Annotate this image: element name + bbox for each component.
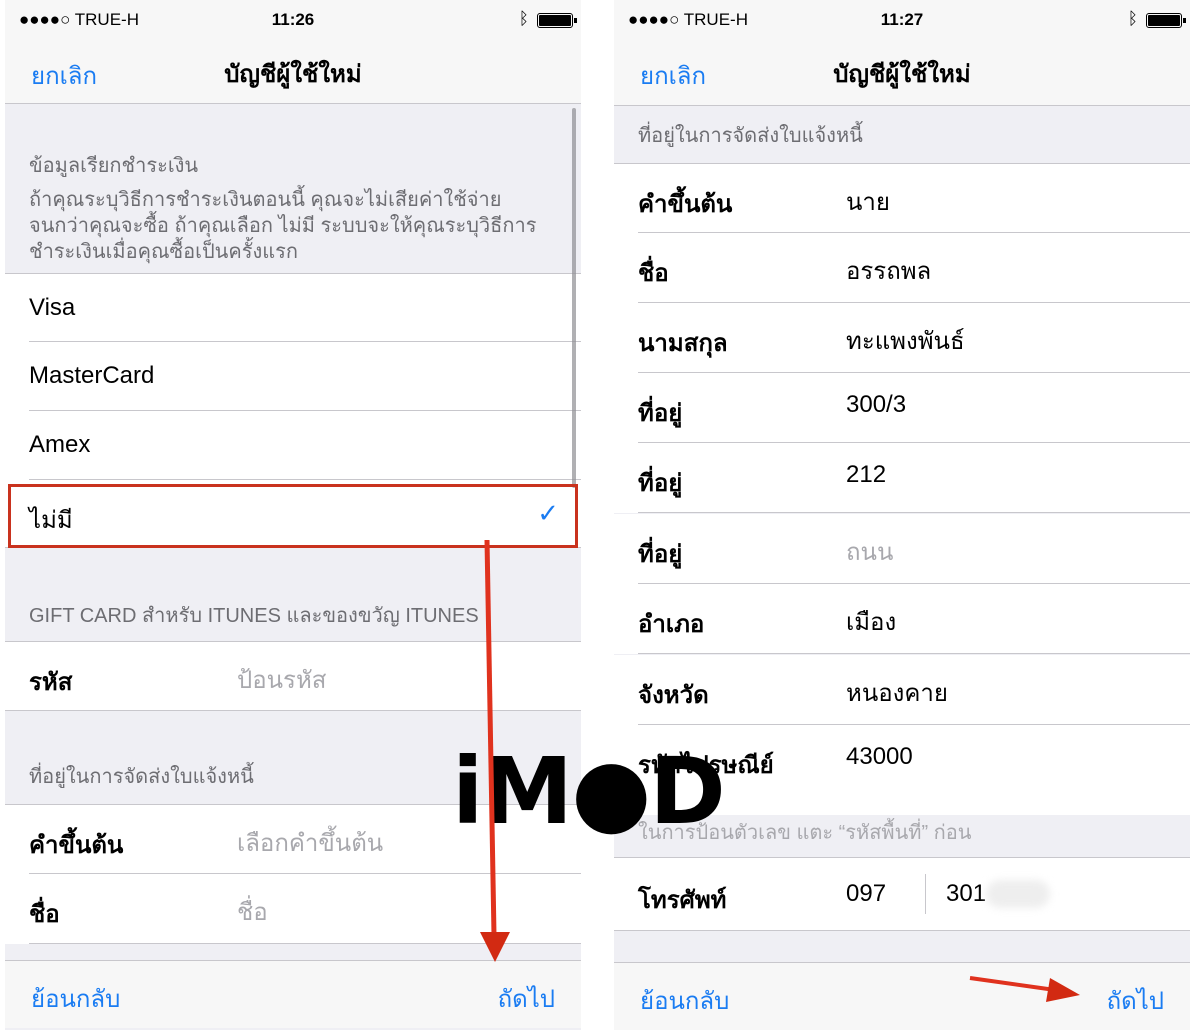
arrow-down-head xyxy=(480,932,510,962)
annotation-arrows xyxy=(480,539,1080,1002)
arrow-down xyxy=(484,539,497,936)
arrow-right xyxy=(969,976,1056,992)
arrow-right-head xyxy=(1046,978,1080,1002)
